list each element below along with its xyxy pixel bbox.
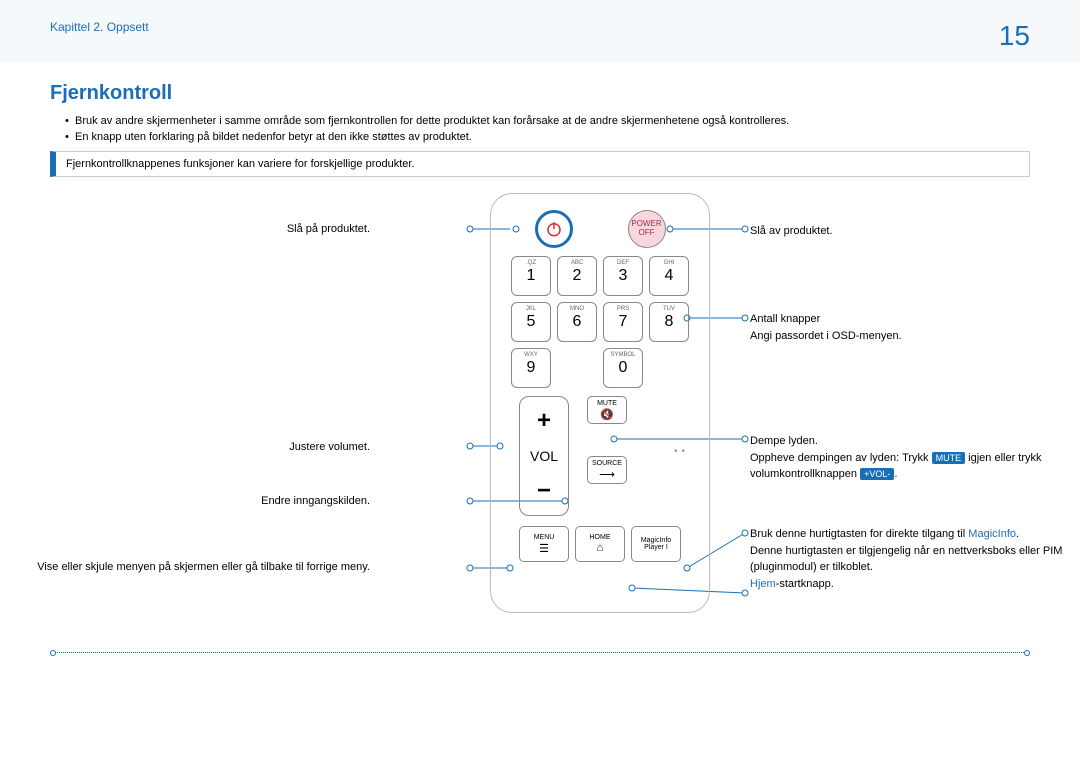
- menu-icon: ☰: [539, 542, 549, 555]
- key-6[interactable]: MNO6: [557, 302, 597, 342]
- source-icon: ⟶: [599, 468, 615, 481]
- vol-badge: +VOL-: [860, 468, 894, 480]
- key-5[interactable]: JKL5: [511, 302, 551, 342]
- bullet-item: Bruk av andre skjermenheter i samme områ…: [65, 115, 1030, 127]
- volume-rocker[interactable]: + VOL −: [519, 396, 569, 516]
- power-icon: [545, 220, 563, 238]
- key-1[interactable]: .QZ1: [511, 256, 551, 296]
- plus-icon: +: [537, 407, 551, 435]
- note-box: Fjernkontrollknappenes funksjoner kan va…: [50, 151, 1030, 177]
- label-power-off: Slå av produktet.: [750, 223, 1080, 240]
- power-on-button[interactable]: [535, 210, 573, 248]
- key-8[interactable]: TUV8: [649, 302, 689, 342]
- key-2[interactable]: ABC2: [557, 256, 597, 296]
- power-off-button[interactable]: POWEROFF: [628, 210, 666, 248]
- home-button[interactable]: HOME⌂: [575, 526, 625, 562]
- remote-body: POWEROFF .QZ1 ABC2 DEF3 GHI4 JKL5 MNO6 P…: [490, 193, 710, 613]
- mute-button[interactable]: MUTE🔇: [587, 396, 627, 424]
- remote-diagram: Slå på produktet. Justere volumet. Endre…: [50, 193, 1030, 653]
- label-power-on: Slå på produktet.: [0, 223, 370, 235]
- label-mute: Dempe lyden. Oppheve dempingen av lyden:…: [750, 433, 1080, 483]
- page-header: Kapittel 2. Oppsett 15: [0, 0, 1080, 62]
- continuation-line: [50, 652, 1030, 653]
- page-number: 15: [999, 20, 1030, 52]
- home-icon: ⌂: [597, 542, 604, 554]
- continuation-dot-left: [50, 650, 56, 656]
- label-volume: Justere volumet.: [0, 441, 370, 453]
- magicinfo-button[interactable]: MagicInfoPlayer I: [631, 526, 681, 562]
- bullet-item: En knapp uten forklaring på bildet neden…: [65, 131, 1030, 143]
- key-4[interactable]: GHI4: [649, 256, 689, 296]
- minus-icon: −: [537, 477, 551, 505]
- bullet-list: Bruk av andre skjermenheter i samme områ…: [65, 115, 1030, 143]
- key-3[interactable]: DEF3: [603, 256, 643, 296]
- mute-icon: 🔇: [600, 408, 614, 421]
- key-7[interactable]: PRS7: [603, 302, 643, 342]
- label-number-keys: Antall knapper Angi passordet i OSD-meny…: [750, 311, 1080, 344]
- numpad: .QZ1 ABC2 DEF3 GHI4 JKL5 MNO6 PRS7 TUV8 …: [507, 256, 693, 388]
- dots-deco: ••: [674, 446, 689, 457]
- label-source: Endre inngangskilden.: [0, 495, 370, 507]
- bottom-row: MENU☰ HOME⌂ MagicInfoPlayer I: [507, 526, 693, 562]
- label-magicinfo: Bruk denne hurtigtasten for direkte tilg…: [750, 526, 1080, 592]
- chapter-label: Kapittel 2. Oppsett: [50, 20, 149, 34]
- continuation-dot-right: [1024, 650, 1030, 656]
- key-0[interactable]: SYMBOL0: [603, 348, 643, 388]
- source-button[interactable]: SOURCE⟶: [587, 456, 627, 484]
- label-menu: Vise eller skjule menyen på skjermen ell…: [0, 561, 370, 573]
- key-9[interactable]: WXY9: [511, 348, 551, 388]
- page-content: Fjernkontroll Bruk av andre skjermenhete…: [0, 62, 1080, 673]
- section-title: Fjernkontroll: [50, 82, 1030, 105]
- menu-button[interactable]: MENU☰: [519, 526, 569, 562]
- mid-row: + VOL − MUTE🔇 SOURCE⟶ ••: [507, 396, 693, 526]
- mute-badge: MUTE: [932, 452, 966, 464]
